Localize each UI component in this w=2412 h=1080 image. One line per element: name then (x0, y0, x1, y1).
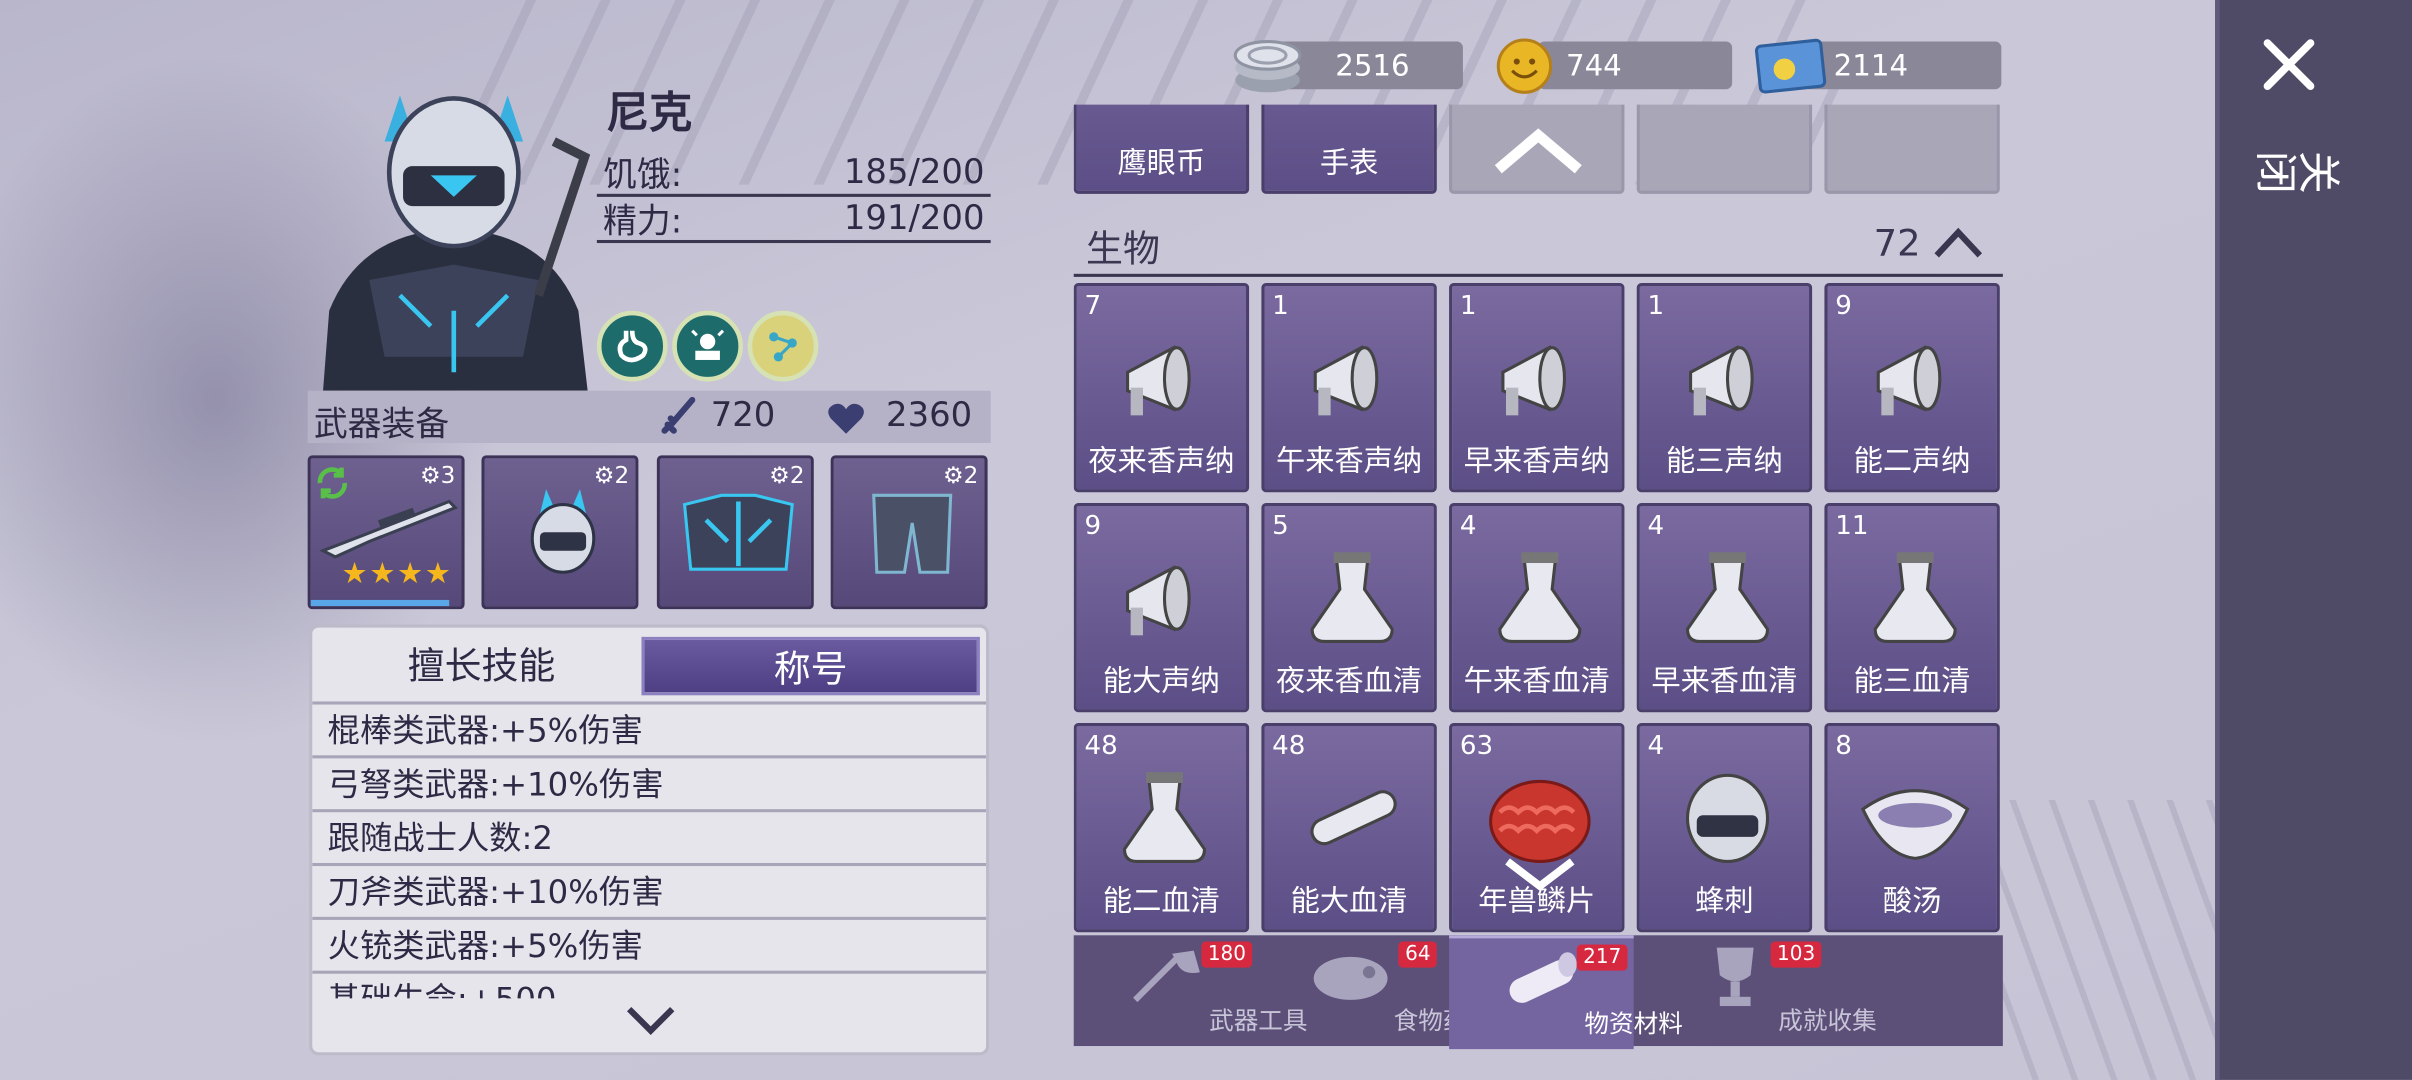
tab-achievements[interactable]: 103 成就收集 (1643, 935, 1877, 1046)
energy-label: 精力: (603, 203, 683, 242)
megaphone-icon (1689, 345, 1754, 416)
attack-value: 720 (710, 396, 776, 436)
close-icon[interactable] (2258, 34, 2320, 96)
megaphone-icon (1126, 565, 1191, 636)
inventory-item[interactable]: 8 酸汤 (1824, 723, 2000, 933)
tab-specialty-skills[interactable]: 擅长技能 (328, 637, 636, 695)
inventory-item[interactable]: 48 能大血清 (1261, 723, 1437, 933)
inventory-item[interactable]: 手表 (1261, 104, 1437, 194)
skill-line: 弓弩类武器:+10%伤害 (312, 755, 987, 807)
background-structure (1999, 799, 2216, 1080)
inventory-item[interactable]: 48 能二血清 (1073, 723, 1250, 933)
upgrade-level: ⚙3 (419, 461, 456, 490)
rarity-stars: ★★★★ (341, 556, 453, 591)
equipment-slot-weapon[interactable]: ⚙3 ★★★★ (307, 455, 465, 610)
flask-icon (1310, 552, 1394, 644)
energy-value: 191/200 (843, 199, 985, 239)
inventory-item[interactable]: 9 能大声纳 (1073, 503, 1250, 713)
upgrade-level: ⚙2 (593, 461, 630, 490)
chevron-down-icon[interactable] (620, 997, 682, 1043)
inventory-item[interactable]: 4 午来香血清 (1449, 503, 1625, 713)
heart-icon (828, 403, 864, 434)
skill-line: 刀斧类武器:+10%伤害 (312, 862, 987, 915)
skill-line: 基础生命:+500 (312, 970, 987, 998)
inventory-item[interactable]: 1 午来香声纳 (1261, 283, 1437, 493)
network-badge-icon[interactable] (747, 310, 819, 382)
health-value: 2360 (886, 396, 973, 436)
close-button-label[interactable]: 关闭 (2255, 132, 2341, 196)
sword-icon (661, 396, 696, 434)
skill-line: 棍棒类武器:+5%伤害 (312, 701, 987, 753)
tab-title[interactable]: 称号 (641, 636, 980, 696)
chevron-up-icon (1494, 128, 1582, 174)
helmet-icon (530, 489, 596, 574)
gold-coin-icon (1496, 38, 1553, 94)
tab-supplies-materials[interactable]: 217 物资材料 (1449, 935, 1683, 1050)
section-header[interactable] (1073, 215, 2003, 277)
skill-line: 跟随战士人数:2 (312, 809, 987, 861)
inventory-item[interactable]: 63 年兽鳞片 (1449, 723, 1625, 933)
stomach-badge-icon[interactable] (596, 310, 668, 382)
hunger-stat: 饥饿: 185/200 (596, 148, 991, 197)
hunger-value: 185/200 (843, 153, 985, 193)
inventory-item[interactable]: 4 蜂刺 (1636, 723, 1813, 933)
inventory-item[interactable]: 1 能三声纳 (1636, 283, 1813, 493)
clam-icon (1860, 789, 1970, 860)
character-portrait (323, 95, 591, 391)
weapon-equipment-title: 武器装备 (313, 406, 450, 445)
equipment-slot-helmet[interactable]: ⚙2 (481, 455, 639, 610)
flask-icon (1873, 552, 1957, 644)
inventory-item[interactable]: 11 能三血清 (1824, 503, 2000, 713)
flask-icon (1685, 552, 1770, 644)
inventory-item[interactable]: 4 早来香血清 (1636, 503, 1813, 713)
equipment-slot-pants[interactable]: ⚙2 (830, 455, 988, 610)
tab-weapons-tools[interactable]: 180 武器工具 (1074, 935, 1308, 1046)
silver-counter: 2516 (1276, 41, 1463, 90)
collapse-chevron-up-icon[interactable] (1932, 222, 1984, 262)
flask-icon (1122, 772, 1207, 863)
upgrade-level: ⚙2 (942, 461, 979, 490)
skill-line: 火铳类武器:+5%伤害 (312, 916, 987, 969)
meat-icon (1313, 956, 1388, 1000)
empty-slot (1636, 104, 1813, 194)
gold-counter: 744 (1538, 41, 1733, 90)
section-count: 72 (1873, 221, 1921, 265)
weapon-durability-bar (310, 599, 450, 607)
energy-stat: 精力: 191/200 (596, 194, 991, 244)
inventory-item[interactable]: 5 夜来香血清 (1261, 503, 1437, 713)
ticket-counter: 2114 (1802, 41, 2002, 90)
equipment-slot-armor[interactable]: ⚙2 (656, 455, 814, 610)
category-tabs: 180 武器工具 64 食物药品 217 物资材料 103 成就收集 (1073, 935, 2003, 1050)
sniper-rifle-icon (319, 499, 459, 559)
vial-icon (1310, 790, 1397, 846)
inventory-item[interactable]: 9 能二声纳 (1824, 283, 2000, 493)
silver-coin-icon (1233, 39, 1302, 93)
megaphone-icon (1501, 345, 1566, 416)
section-title: 生物 (1086, 227, 1160, 271)
skill-badge-icon[interactable] (672, 310, 743, 382)
axe-icon (1133, 950, 1200, 1003)
log-icon (1509, 952, 1577, 1003)
ticket-icon (1754, 38, 1827, 94)
pants-icon (872, 493, 953, 574)
character-name: 尼克 (606, 87, 693, 139)
flask-icon (1498, 552, 1582, 644)
scroll-up-button[interactable] (1449, 104, 1625, 194)
empty-slot (1824, 104, 2000, 194)
hunger-label: 饥饿: (603, 156, 683, 196)
megaphone-icon (1126, 345, 1191, 416)
megaphone-icon (1313, 345, 1379, 416)
megaphone-icon (1876, 345, 1942, 416)
inventory-item[interactable]: 鹰眼币 (1073, 104, 1250, 194)
skills-panel: 擅长技能 称号 棍棒类武器:+5%伤害 弓弩类武器:+10%伤害 跟随战士人数:… (309, 624, 990, 1056)
armor-icon (682, 493, 794, 571)
upgrade-level: ⚙2 (769, 461, 805, 490)
inventory-item[interactable]: 7 夜来香声纳 (1073, 283, 1250, 493)
tab-food-medicine[interactable]: 64 食物药品 (1258, 935, 1492, 1046)
inventory-item[interactable]: 1 早来香声纳 (1449, 283, 1625, 493)
helmet-icon (1685, 773, 1770, 863)
